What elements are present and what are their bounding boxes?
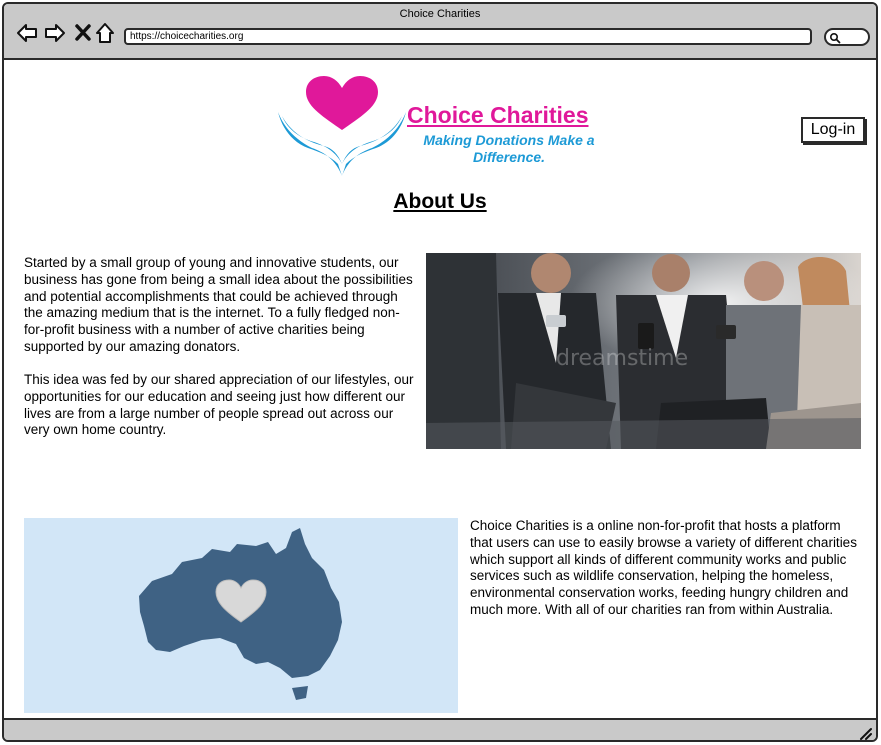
back-arrow-icon: [17, 24, 37, 42]
login-button[interactable]: Log-in: [801, 117, 865, 143]
site-logo[interactable]: Choice Charities Making Donations Make a…: [274, 76, 619, 182]
australia-map-image: [24, 518, 458, 713]
australia-heart-map-icon: [139, 528, 342, 700]
close-icon: [75, 24, 91, 41]
back-button[interactable]: [16, 22, 38, 44]
logo-tagline: Making Donations Make a Difference.: [423, 132, 595, 165]
logo-name: Choice Charities: [407, 102, 589, 128]
search-icon: [829, 32, 841, 44]
photo-watermark: dreamstime: [556, 346, 688, 371]
window-title: Choice Charities: [399, 8, 481, 20]
forward-arrow-icon: [45, 24, 65, 42]
browser-window: Choice Charities https://choicecharities…: [2, 2, 878, 742]
home-icon: [96, 23, 114, 43]
address-bar[interactable]: https://choicecharities.org: [124, 28, 812, 45]
stop-button[interactable]: [72, 22, 94, 44]
browser-toolbar: Choice Charities https://choicecharities…: [4, 4, 876, 60]
about-paragraph-2: This idea was fed by our shared apprecia…: [24, 372, 414, 438]
heart-hands-logo-icon: [278, 76, 406, 176]
page-content: Choice Charities Making Donations Make a…: [4, 62, 876, 718]
status-bar: [4, 718, 876, 740]
team-photo: dreamstime: [426, 253, 861, 449]
resize-grip-icon[interactable]: [858, 726, 872, 740]
about-paragraph-3: Choice Charities is a online non-for-pro…: [470, 518, 857, 617]
team-photo-image: dreamstime: [426, 253, 861, 449]
about-paragraph-1: Started by a small group of young and in…: [24, 255, 413, 354]
browser-search-field[interactable]: [824, 28, 870, 46]
home-button[interactable]: [94, 22, 116, 44]
page-title: About Us: [393, 190, 487, 213]
forward-button[interactable]: [44, 22, 66, 44]
